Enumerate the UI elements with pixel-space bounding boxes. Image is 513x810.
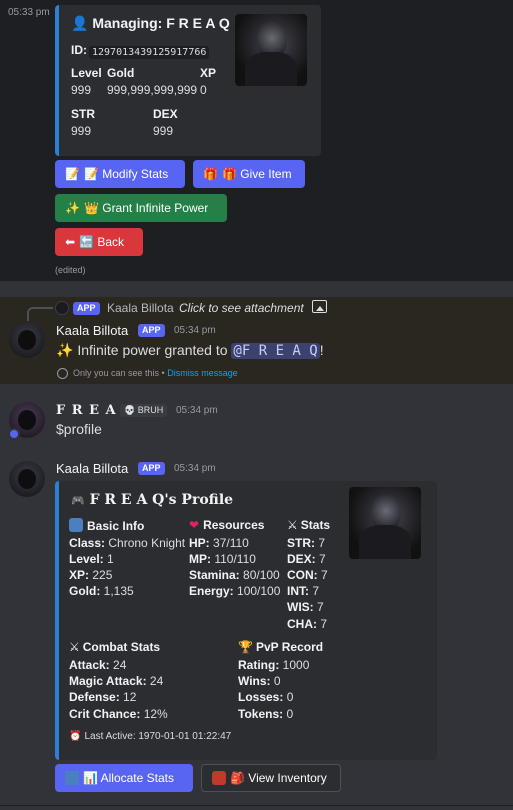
- dismiss-message-link[interactable]: Dismiss message: [167, 368, 238, 378]
- message-timestamp: 05:34 pm: [174, 463, 216, 474]
- managing-embed: 👤 Managing: F R E A Q ID: 12970134391259…: [55, 5, 321, 156]
- heart-icon: ❤: [189, 518, 200, 532]
- gold-row: Gold: 1,135: [69, 584, 134, 598]
- dex-label: DEX: [153, 107, 178, 121]
- dex-value: 999: [153, 124, 174, 138]
- memo-icon: 📝: [65, 167, 80, 181]
- reply-connector: [27, 307, 53, 321]
- crossed-swords-icon: ⚔: [69, 640, 80, 654]
- combat-stats-heading: ⚔ Combat Stats: [69, 640, 161, 654]
- message-content: $profile: [56, 421, 102, 437]
- profile-thumbnail[interactable]: [235, 14, 307, 86]
- crit-chance-row: Crit Chance: 12%: [69, 707, 168, 721]
- xp-label: XP: [200, 66, 217, 80]
- str-value: 999: [71, 124, 92, 138]
- level-label: Level: [71, 66, 102, 80]
- level-row: Level: 1: [69, 552, 114, 566]
- gold-label: Gold: [107, 66, 135, 80]
- magic-attack-row: Magic Attack: 24: [69, 674, 164, 688]
- message-timestamp: 05:34 pm: [174, 325, 216, 336]
- edited-indicator: (edited): [55, 265, 86, 275]
- embed-title: 🎮 F R E A Q's Profile: [71, 492, 234, 508]
- gamepad-icon: 🎮: [71, 494, 85, 507]
- energy-row: Energy: 100/100: [189, 584, 281, 598]
- con-row: CON: 7: [287, 568, 328, 582]
- bust-icon: 👤: [71, 15, 89, 31]
- avatar-decoration-icon: [8, 428, 20, 440]
- bar-chart-icon: [65, 771, 79, 785]
- author-name[interactable]: Kaala Billota: [56, 461, 128, 476]
- trophy-icon: 🏆: [238, 640, 253, 654]
- wins-row: Wins: 0: [238, 674, 281, 688]
- view-inventory-button[interactable]: 🎒 View Inventory: [201, 764, 341, 792]
- kaala-avatar[interactable]: [9, 322, 45, 358]
- reply-preview[interactable]: Click to see attachment: [179, 301, 304, 315]
- message-content: ✨ Infinite power granted to @F R E A Q!: [56, 342, 324, 359]
- dex-row: DEX: 7: [287, 552, 326, 566]
- image-icon: [312, 300, 327, 313]
- hp-row: HP: 37/110: [189, 536, 249, 550]
- level-value: 999: [71, 83, 92, 97]
- defense-row: Defense: 12: [69, 690, 137, 704]
- server-tag-badge[interactable]: 💀 BRUH: [120, 404, 168, 417]
- mp-row: MP: 110/110: [189, 552, 256, 566]
- cha-row: CHA: 7: [287, 617, 328, 631]
- message-timestamp: 05:34 pm: [176, 405, 218, 416]
- stamina-row: Stamina: 80/100: [189, 568, 280, 582]
- tokens-row: Tokens: 0: [238, 707, 294, 721]
- app-tag: APP: [138, 462, 165, 475]
- give-item-button[interactable]: 🎁 🎁 Give Item: [193, 160, 305, 188]
- embed-title: 👤 Managing: F R E A Q: [71, 15, 230, 31]
- gift-icon: 🎁: [203, 167, 218, 181]
- rating-row: Rating: 1000: [238, 658, 310, 672]
- back-button[interactable]: ⬅ 🔙 Back: [55, 228, 143, 256]
- reply-avatar[interactable]: [55, 301, 69, 315]
- last-active-footer: ⏰ Last Active: 1970-01-01 01:22:47: [69, 731, 232, 742]
- message-timestamp: 05:33 pm: [8, 7, 50, 18]
- stats-heading: ⚔ Stats: [287, 518, 331, 532]
- user-mention[interactable]: @F R E A Q: [231, 343, 320, 359]
- backpack-icon: [212, 771, 226, 785]
- eye-icon: [57, 368, 68, 379]
- ephemeral-note: Only you can see this • Dismiss message: [73, 368, 238, 378]
- profile-thumbnail[interactable]: [349, 487, 421, 559]
- losses-row: Losses: 0: [238, 690, 294, 704]
- user-id: 1297013439125917766: [89, 46, 210, 59]
- id-label: ID:: [71, 43, 87, 57]
- back-arrow-icon: ⬅: [65, 235, 76, 249]
- kaala-avatar[interactable]: [9, 461, 45, 497]
- allocate-stats-button[interactable]: 📊 Allocate Stats: [55, 764, 193, 792]
- alarm-clock-icon: ⏰: [69, 731, 82, 742]
- xp-row: XP: 225: [69, 568, 113, 582]
- bottom-divider: [0, 805, 513, 806]
- reply-app-tag: APP: [73, 302, 100, 315]
- attack-row: Attack: 24: [69, 658, 127, 672]
- wis-row: WIS: 7: [287, 600, 324, 614]
- pvp-record-heading: 🏆 PvP Record: [238, 640, 324, 654]
- app-tag: APP: [138, 324, 165, 337]
- author-name[interactable]: Kaala Billota: [56, 323, 128, 338]
- grant-infinite-power-button[interactable]: ✨ 👑 Grant Infinite Power: [55, 194, 227, 222]
- gold-value: 999,999,999,999: [107, 83, 198, 97]
- resources-heading: ❤ Resources: [189, 518, 265, 532]
- str-row: STR: 7: [287, 536, 326, 550]
- sparkles-icon: ✨: [65, 201, 80, 215]
- bar-chart-icon: [69, 518, 83, 532]
- int-row: INT: 7: [287, 584, 320, 598]
- xp-value: 0: [200, 83, 207, 97]
- str-label: STR: [71, 107, 95, 121]
- reply-author[interactable]: Kaala Billota: [107, 301, 174, 315]
- basic-info-heading: Basic Info: [69, 518, 144, 533]
- class-row: Class: Chrono Knight: [69, 536, 186, 550]
- profile-embed: 🎮 F R E A Q's Profile Basic Info Class: …: [55, 481, 437, 760]
- crossed-swords-icon: ⚔: [287, 518, 298, 532]
- modify-stats-button[interactable]: 📝 📝 Modify Stats: [55, 160, 185, 188]
